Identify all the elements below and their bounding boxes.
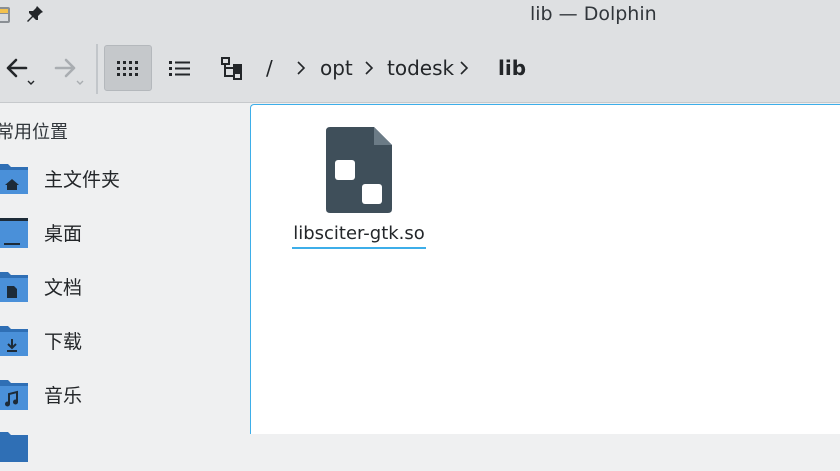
desktop-icon	[0, 218, 28, 248]
details-view-button[interactable]	[160, 45, 200, 91]
chevron-right-icon	[365, 61, 374, 75]
title-bar: lib — Dolphin	[0, 0, 840, 30]
icons-view-button[interactable]	[104, 45, 152, 91]
tree-view-button[interactable]	[212, 45, 252, 91]
sidebar-item-desktop[interactable]: 桌面	[0, 209, 248, 257]
toolbar: / opt todesk lib	[0, 30, 840, 103]
home-folder-icon	[0, 164, 28, 194]
places-heading: 常用位置	[0, 122, 68, 143]
grid-view-icon	[117, 61, 138, 76]
sidebar-item-documents[interactable]: 文档	[0, 263, 248, 311]
back-arrow-icon	[6, 58, 35, 85]
chevron-right-icon	[297, 61, 306, 75]
sidebar-item-music[interactable]: 音乐	[0, 371, 248, 419]
chevron-right-icon	[460, 61, 469, 75]
file-item[interactable]: libsciter-gtk.so	[291, 127, 427, 253]
sidebar-item-label: 下载	[44, 331, 83, 353]
file-name: libsciter-gtk.so	[293, 223, 425, 244]
sidebar-item-more[interactable]	[0, 423, 248, 471]
hover-underline	[292, 247, 426, 249]
tree-view-icon	[221, 57, 242, 80]
sidebar-item-label: 音乐	[44, 385, 83, 407]
shared-library-icon	[326, 127, 392, 213]
sidebar-item-label: 主文件夹	[44, 169, 121, 191]
breadcrumb-root[interactable]: /	[266, 56, 273, 80]
breadcrumb-lib[interactable]: lib	[498, 56, 526, 80]
file-view[interactable]: libsciter-gtk.so	[250, 104, 840, 434]
breadcrumb-todesk[interactable]: todesk	[387, 56, 454, 80]
toolbar-separator	[96, 44, 98, 94]
folder-icon	[0, 432, 28, 462]
documents-folder-icon	[0, 272, 28, 302]
places-panel: 常用位置 主文件夹 桌面 文档 下载 音乐	[0, 103, 248, 462]
sidebar-item-label: 文档	[44, 277, 83, 299]
list-view-icon	[169, 61, 190, 76]
sidebar-item-home[interactable]: 主文件夹	[0, 155, 248, 203]
sidebar-item-downloads[interactable]: 下载	[0, 317, 248, 365]
forward-arrow-icon	[54, 58, 84, 85]
breadcrumb-opt[interactable]: opt	[320, 56, 353, 80]
downloads-folder-icon	[0, 326, 28, 356]
sidebar-item-label: 桌面	[44, 223, 83, 245]
back-button[interactable]	[2, 45, 38, 91]
window-title: lib — Dolphin	[530, 3, 657, 25]
forward-button[interactable]	[50, 45, 88, 91]
music-folder-icon	[0, 380, 28, 410]
